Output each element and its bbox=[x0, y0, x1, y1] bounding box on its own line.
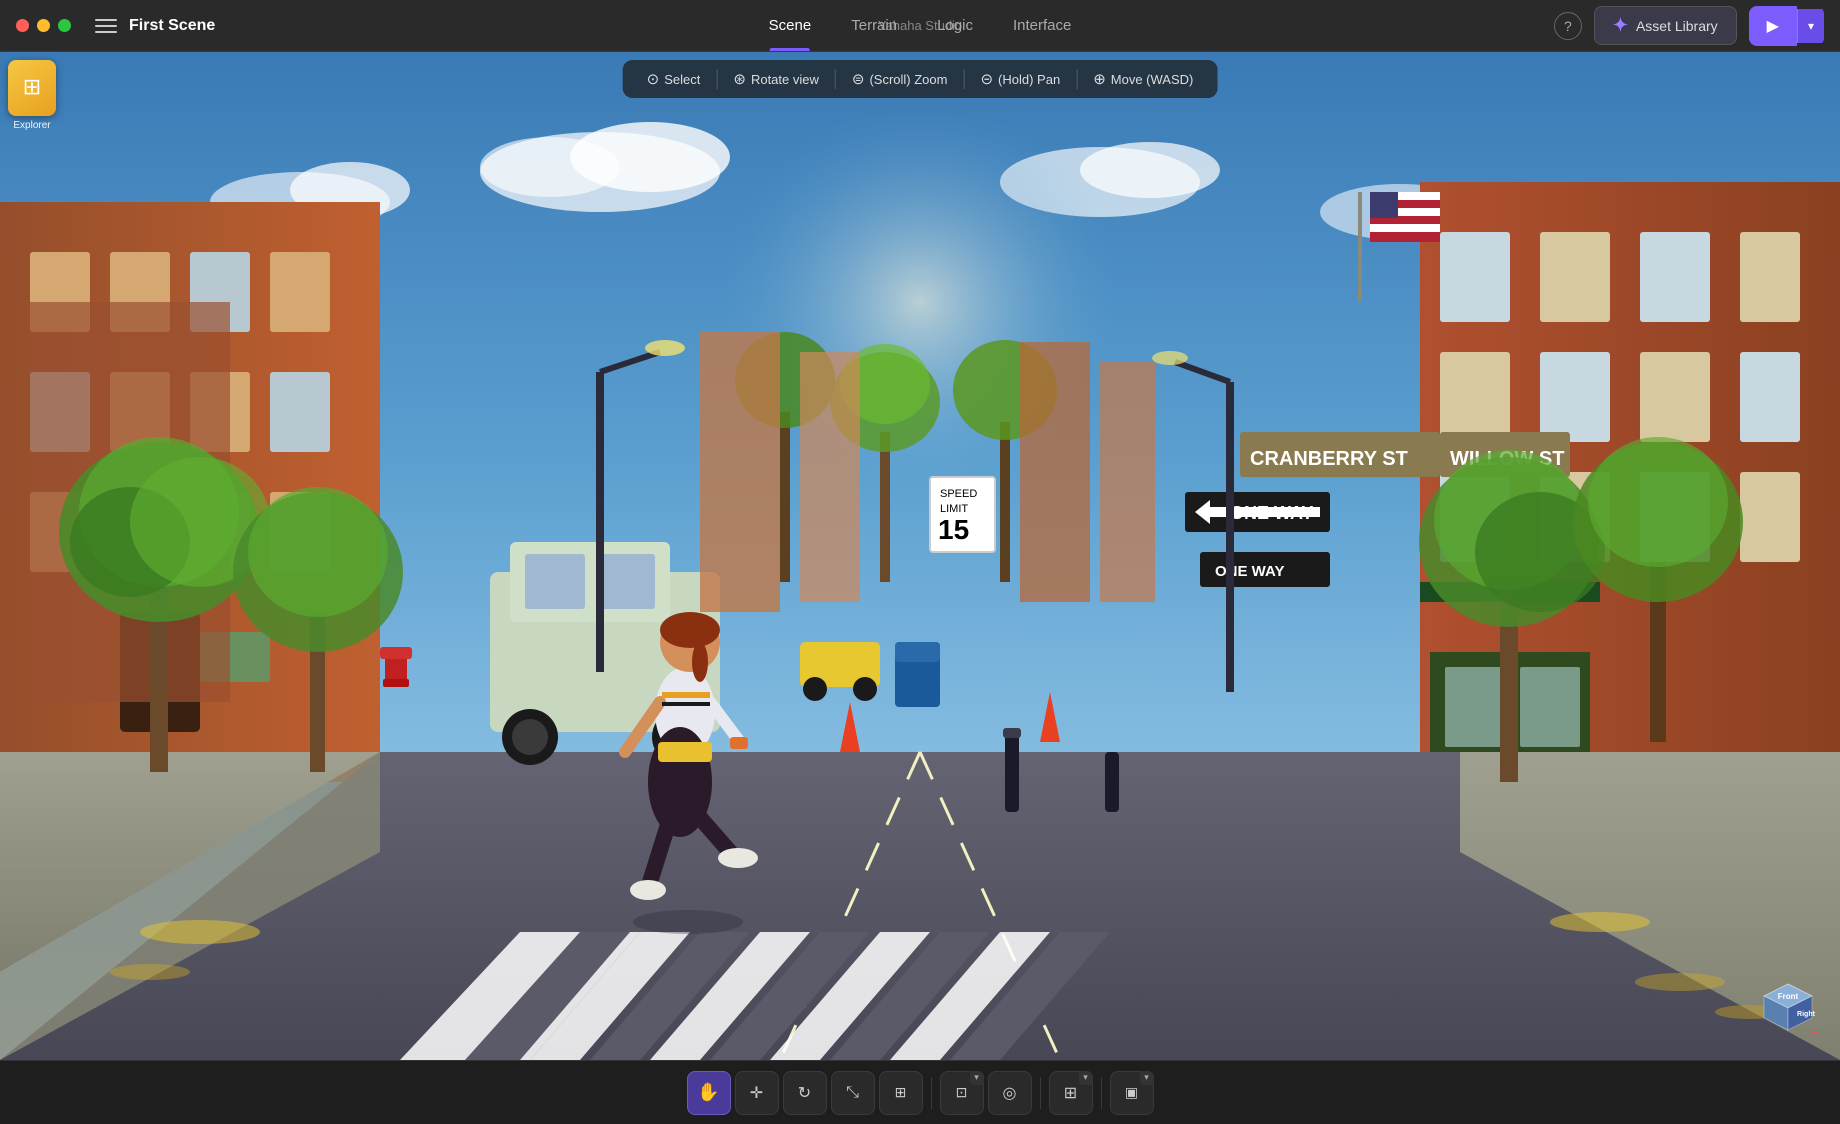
camera-tool-button[interactable]: ▣ ▾ bbox=[1110, 1071, 1154, 1115]
camera-icon: ▣ bbox=[1125, 1084, 1138, 1101]
tab-scene[interactable]: Scene bbox=[749, 0, 832, 51]
select-label: Select bbox=[664, 72, 700, 87]
scene-viewport[interactable]: CRANBERRY ST WILLOW ST ONE WAY ONE WAY S… bbox=[0, 52, 1840, 1060]
rotate-view-icon: ⊛ bbox=[733, 70, 746, 88]
menu-button[interactable] bbox=[91, 11, 121, 41]
play-button-group: ▶ ▾ bbox=[1749, 6, 1824, 46]
pan-icon: ⊝ bbox=[980, 70, 993, 88]
svg-text:15: 15 bbox=[938, 514, 969, 545]
zoom-label: (Scroll) Zoom bbox=[869, 72, 947, 87]
svg-text:CRANBERRY ST: CRANBERRY ST bbox=[1250, 448, 1408, 470]
title-right-controls: ? ✦ Asset Library ▶ ▾ bbox=[1554, 6, 1840, 46]
asset-library-label: Asset Library bbox=[1636, 18, 1718, 34]
move-arrows-icon: ✛ bbox=[750, 1083, 763, 1103]
rotate-label: Rotate view bbox=[751, 72, 819, 87]
toolbar-separator-3 bbox=[963, 69, 964, 89]
play-button[interactable]: ▶ bbox=[1749, 6, 1797, 46]
hand-tool-button[interactable]: ✋ bbox=[687, 1071, 731, 1115]
grid-tool-button[interactable]: ⊞ ▾ bbox=[1049, 1071, 1093, 1115]
viewport-container: CRANBERRY ST WILLOW ST ONE WAY ONE WAY S… bbox=[0, 52, 1840, 1060]
rotate-view-tool[interactable]: ⊛ Rotate view bbox=[723, 66, 829, 92]
move-icon: ⊕ bbox=[1093, 70, 1106, 88]
scene-title: First Scene bbox=[129, 17, 215, 35]
scale-tool-button[interactable]: ⤡ bbox=[831, 1071, 875, 1115]
play-dropdown-button[interactable]: ▾ bbox=[1797, 9, 1824, 43]
move-tool-button[interactable]: ✛ bbox=[735, 1071, 779, 1115]
tab-terrain[interactable]: Terrain bbox=[831, 0, 917, 51]
maximize-window-button[interactable] bbox=[58, 19, 71, 32]
snap-tool-button[interactable]: ⊡ ▾ bbox=[940, 1071, 984, 1115]
nav-tabs: Scene Terrain Logic Interface bbox=[749, 0, 1092, 51]
svg-text:SPEED: SPEED bbox=[940, 488, 977, 500]
target-icon: ◎ bbox=[1003, 1083, 1017, 1103]
grid-icon: ⊞ bbox=[1064, 1083, 1077, 1103]
pan-tool[interactable]: ⊝ (Hold) Pan bbox=[970, 66, 1070, 92]
snap-expand-arrow[interactable]: ▾ bbox=[970, 1071, 984, 1085]
window-controls bbox=[0, 19, 87, 32]
rotate-icon: ↻ bbox=[798, 1083, 811, 1103]
move-tool[interactable]: ⊕ Move (WASD) bbox=[1083, 66, 1203, 92]
toolbar-sep-1 bbox=[931, 1077, 932, 1109]
transform-tool-button[interactable]: ⊞ bbox=[879, 1071, 923, 1115]
camera-expand-arrow[interactable]: ▾ bbox=[1140, 1071, 1154, 1085]
target-tool-button[interactable]: ◎ bbox=[988, 1071, 1032, 1115]
toolbar-separator-1 bbox=[716, 69, 717, 89]
rotate-tool-button[interactable]: ↻ bbox=[783, 1071, 827, 1115]
toolbar-sep-2 bbox=[1040, 1077, 1041, 1109]
toolbar-sep-3 bbox=[1101, 1077, 1102, 1109]
toolbar-separator-2 bbox=[835, 69, 836, 89]
explorer-panel: ⊞ Explorer bbox=[8, 60, 56, 131]
hand-icon: ✋ bbox=[697, 1082, 719, 1103]
minimize-window-button[interactable] bbox=[37, 19, 50, 32]
svg-text:ONE WAY: ONE WAY bbox=[1230, 503, 1313, 523]
select-icon: ⊙ bbox=[647, 70, 660, 88]
title-bar: First Scene Yahaha Studio Scene Terrain … bbox=[0, 0, 1840, 52]
explorer-button[interactable]: ⊞ bbox=[8, 60, 56, 116]
explorer-label: Explorer bbox=[13, 120, 50, 131]
explorer-icon: ⊞ bbox=[23, 74, 41, 100]
tab-logic[interactable]: Logic bbox=[917, 0, 993, 51]
svg-text:Right: Right bbox=[1797, 1011, 1816, 1018]
toolbar-separator-4 bbox=[1076, 69, 1077, 89]
grid-expand-arrow[interactable]: ▾ bbox=[1079, 1071, 1093, 1085]
svg-text:Front: Front bbox=[1778, 992, 1799, 1001]
bottom-toolbar: ✋ ✛ ↻ ⤡ ⊞ ⊡ ▾ ◎ ⊞ ▾ ▣ ▾ bbox=[0, 1060, 1840, 1124]
svg-text:X: X bbox=[1819, 1028, 1820, 1037]
zoom-icon: ⊜ bbox=[852, 70, 865, 88]
view-gizmo[interactable]: Front Right X bbox=[1756, 976, 1820, 1040]
zoom-tool[interactable]: ⊜ (Scroll) Zoom bbox=[842, 66, 958, 92]
asset-library-icon: ✦ bbox=[1613, 15, 1628, 36]
close-window-button[interactable] bbox=[16, 19, 29, 32]
transform-icon: ⊞ bbox=[895, 1084, 907, 1101]
asset-library-button[interactable]: ✦ Asset Library bbox=[1594, 6, 1737, 45]
svg-text:ONE WAY: ONE WAY bbox=[1215, 563, 1284, 580]
move-label: Move (WASD) bbox=[1111, 72, 1194, 87]
viewport-toolbar: ⊙ Select ⊛ Rotate view ⊜ (Scroll) Zoom ⊝… bbox=[623, 60, 1218, 98]
pan-label: (Hold) Pan bbox=[998, 72, 1060, 87]
select-tool[interactable]: ⊙ Select bbox=[637, 66, 711, 92]
tab-interface[interactable]: Interface bbox=[993, 0, 1091, 51]
snap-icon: ⊡ bbox=[956, 1084, 968, 1101]
help-button[interactable]: ? bbox=[1554, 12, 1582, 40]
scale-icon: ⤡ bbox=[846, 1084, 859, 1102]
